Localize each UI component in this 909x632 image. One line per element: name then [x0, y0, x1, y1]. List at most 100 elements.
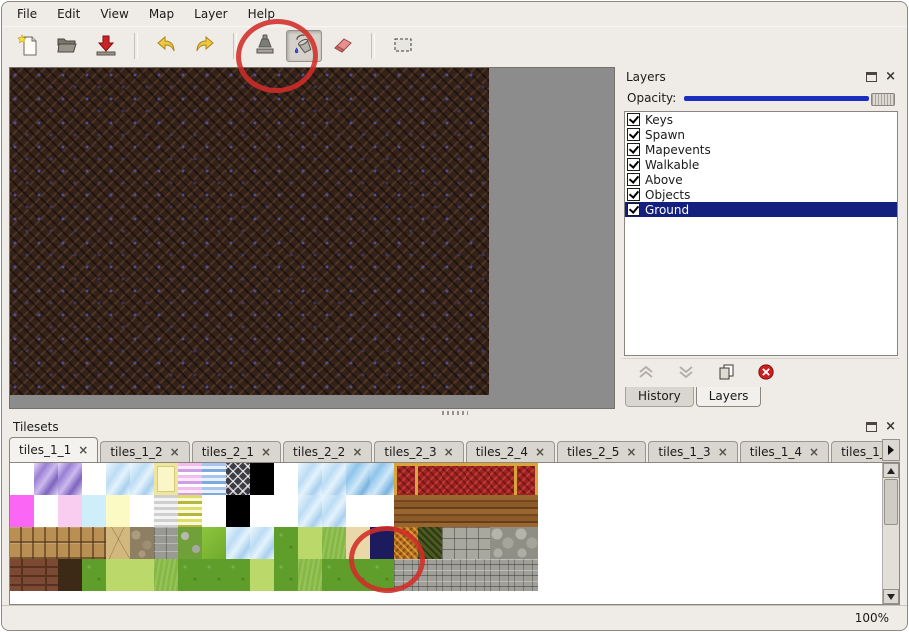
lower-layer-button[interactable] — [674, 363, 698, 383]
close-panel-icon[interactable]: × — [885, 421, 896, 433]
palette-tile-gray-bricks[interactable] — [466, 559, 490, 591]
palette-tile-light-grass[interactable] — [130, 559, 154, 591]
palette-tile-bright-green[interactable] — [202, 527, 226, 559]
palette-tile-dirt-tiles[interactable] — [58, 527, 82, 559]
palette-tile-round-stones[interactable] — [514, 527, 538, 559]
tileset-tab-tiles_2_4[interactable]: tiles_2_4× — [466, 441, 555, 462]
palette-tile-dirt-tiles[interactable] — [34, 527, 58, 559]
palette-tile-gray-bricks[interactable] — [442, 559, 466, 591]
scroll-tabs-right-button[interactable] — [882, 439, 900, 461]
layer-row-objects[interactable]: Objects — [625, 187, 897, 202]
layer-row-ground[interactable]: Ground — [625, 202, 897, 217]
scroll-down-button[interactable] — [883, 589, 899, 604]
palette-tile-gray-bricks[interactable] — [418, 559, 442, 591]
palette-tile-stone-tiles[interactable] — [442, 527, 466, 559]
palette-tile-stone-blocks[interactable] — [154, 527, 178, 559]
palette-tile-red-fabric[interactable] — [490, 463, 514, 495]
palette-tile-dark-weave[interactable] — [418, 527, 442, 559]
palette-tile-light-grass[interactable] — [106, 559, 130, 591]
palette-tile-grass[interactable] — [274, 527, 298, 559]
menu-map[interactable]: Map — [140, 4, 183, 24]
palette-tile-empty-white[interactable] — [274, 463, 298, 495]
raise-layer-button[interactable] — [634, 363, 658, 383]
palette-tile-red-fabric-gold-edge[interactable] — [514, 463, 538, 495]
palette-tile-textured-grass[interactable] — [322, 527, 346, 559]
palette-tile-grass[interactable] — [322, 559, 346, 591]
palette-tile-brick-wall[interactable] — [34, 559, 58, 591]
palette-tile-dirt-tiles[interactable] — [82, 527, 106, 559]
tab-close-icon[interactable]: × — [170, 447, 180, 458]
tab-close-icon[interactable]: × — [352, 447, 362, 458]
layer-visibility-checkbox[interactable] — [627, 173, 640, 186]
palette-tile-red-fabric-gold-edge[interactable] — [394, 463, 418, 495]
menu-edit[interactable]: Edit — [48, 4, 89, 24]
palette-tile-light-blue-water[interactable] — [298, 463, 322, 495]
new-map-button[interactable] — [10, 30, 46, 62]
palette-tile-red-fabric[interactable] — [442, 463, 466, 495]
panel-tab-layers[interactable]: Layers — [696, 387, 762, 407]
menu-help[interactable]: Help — [239, 4, 284, 24]
palette-scrollbar[interactable] — [882, 463, 899, 604]
palette-tile-empty-white[interactable] — [274, 495, 298, 527]
tab-close-icon[interactable]: × — [261, 447, 271, 458]
palette-tile-grass[interactable] — [226, 559, 250, 591]
layer-row-keys[interactable]: Keys — [625, 112, 897, 127]
palette-tile-blue-stripes[interactable] — [202, 463, 226, 495]
palette-tile-dirt-tiles[interactable] — [10, 527, 34, 559]
palette-tile-gray-bricks[interactable] — [514, 559, 538, 591]
delete-layer-button[interactable] — [754, 363, 778, 383]
palette-tile-light-grass[interactable] — [298, 527, 322, 559]
palette-tile-black[interactable] — [250, 463, 274, 495]
tab-close-icon[interactable]: × — [78, 445, 88, 456]
menu-view[interactable]: View — [91, 4, 137, 24]
palette-tile-textured-grass[interactable] — [298, 559, 322, 591]
palette-tile-wood-planks[interactable] — [442, 495, 466, 527]
float-panel-icon[interactable] — [866, 422, 877, 432]
tileset-tab-tiles_2_1[interactable]: tiles_2_1× — [192, 441, 281, 462]
horizontal-splitter[interactable] — [2, 409, 907, 417]
map-view[interactable] — [9, 67, 615, 409]
palette-tile-grass-with-stones[interactable] — [178, 527, 202, 559]
layer-visibility-checkbox[interactable] — [627, 113, 640, 126]
palette-tile-brick-wall[interactable] — [10, 559, 34, 591]
palette-tile-light-cyan[interactable] — [82, 495, 106, 527]
palette-tile-yellow-pane[interactable] — [154, 463, 178, 495]
opacity-slider-handle[interactable] — [871, 93, 895, 106]
palette-tile-dark-diamond-lattice[interactable] — [226, 463, 250, 495]
opacity-slider[interactable] — [684, 92, 895, 105]
palette-tile-grass[interactable] — [82, 559, 106, 591]
save-button[interactable] — [88, 30, 124, 62]
tileset-tab-tiles_2_5[interactable]: tiles_2_5× — [557, 441, 646, 462]
palette-tile-sand[interactable] — [346, 527, 370, 559]
palette-tile-textured-grass[interactable] — [154, 559, 178, 591]
tab-close-icon[interactable]: × — [718, 447, 728, 458]
palette-tile-grass[interactable] — [370, 559, 394, 591]
palette-tile-grass[interactable] — [202, 559, 226, 591]
scroll-up-button[interactable] — [883, 463, 899, 478]
select-tool-button[interactable] — [385, 30, 421, 62]
palette-tile-pink-stripes[interactable] — [178, 463, 202, 495]
palette-tile-purple-crystal-water[interactable] — [34, 463, 58, 495]
palette-tile-orange-weave[interactable] — [394, 527, 418, 559]
palette-tile-wood-planks[interactable] — [418, 495, 442, 527]
palette-tile-empty-white[interactable] — [10, 463, 34, 495]
layer-row-walkable[interactable]: Walkable — [625, 157, 897, 172]
palette-tile-grass[interactable] — [274, 559, 298, 591]
palette-tile-round-stones[interactable] — [490, 527, 514, 559]
scrollbar-thumb[interactable] — [884, 479, 898, 525]
panel-tab-history[interactable]: History — [625, 387, 694, 407]
palette-tile-olive-stripes[interactable] — [178, 495, 202, 527]
open-button[interactable] — [49, 30, 85, 62]
palette-tile-grass[interactable] — [346, 559, 370, 591]
palette-tile-empty-white[interactable] — [346, 495, 370, 527]
layer-visibility-checkbox[interactable] — [627, 143, 640, 156]
menu-file[interactable]: File — [8, 4, 46, 24]
redo-button[interactable] — [187, 30, 223, 62]
eraser-tool-button[interactable] — [325, 30, 361, 62]
tab-close-icon[interactable]: × — [444, 447, 454, 458]
palette-tile-dark-brown[interactable] — [58, 559, 82, 591]
layer-row-above[interactable]: Above — [625, 172, 897, 187]
palette-tile-gray-bricks[interactable] — [490, 559, 514, 591]
palette-tile-cracked-stone[interactable] — [106, 527, 130, 559]
tileset-tab-tiles_1_3[interactable]: tiles_1_3× — [648, 441, 737, 462]
